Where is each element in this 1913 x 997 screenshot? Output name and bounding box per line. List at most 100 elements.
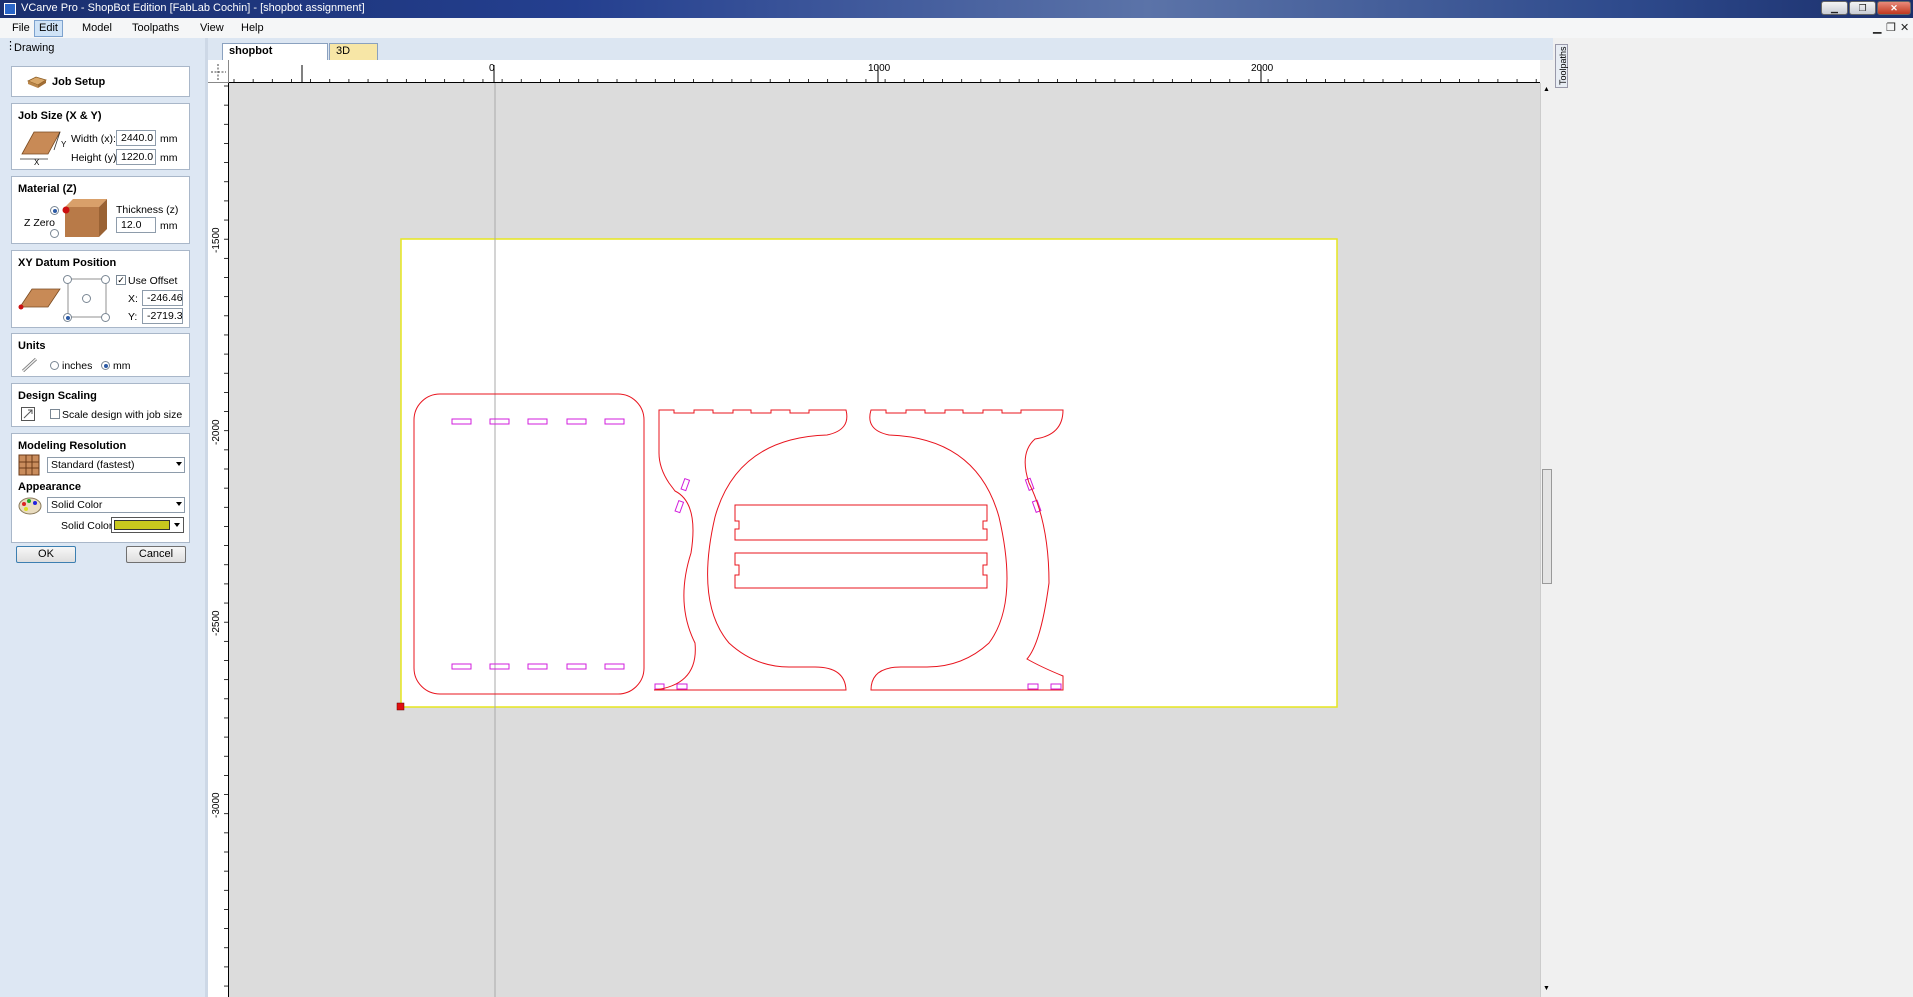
height-input[interactable]: 1220.0 bbox=[116, 149, 156, 165]
job-setup-icon bbox=[27, 76, 47, 88]
use-offset-label: Use Offset bbox=[128, 275, 178, 287]
palette-icon bbox=[18, 497, 42, 515]
window-title: VCarve Pro - ShopBot Edition [FabLab Coc… bbox=[21, 2, 365, 14]
design-scaling-title: Design Scaling bbox=[18, 390, 97, 402]
menu-file[interactable]: File bbox=[8, 21, 34, 36]
menu-help[interactable]: Help bbox=[237, 21, 268, 36]
zzero-top-radio[interactable] bbox=[50, 206, 59, 215]
appearance-select[interactable]: Solid Color bbox=[47, 497, 185, 513]
appearance-title: Appearance bbox=[18, 481, 81, 493]
width-label: Width (x): bbox=[71, 133, 116, 145]
width-unit: mm bbox=[160, 133, 178, 145]
material-group: Material (Z) Z Zero Thickness (z) 12.0 m… bbox=[11, 176, 190, 244]
job-size-group: Job Size (X & Y) X Y Width (x): 2440.0 m… bbox=[11, 103, 190, 170]
units-inches-radio[interactable] bbox=[50, 361, 59, 370]
units-mm-label: mm bbox=[113, 360, 131, 372]
xy-datum-title: XY Datum Position bbox=[18, 257, 117, 269]
vertical-scrollbar[interactable]: ▲ ▼ bbox=[1540, 83, 1553, 997]
zzero-bottom-radio[interactable] bbox=[50, 229, 59, 238]
offset-x-label: X: bbox=[128, 293, 138, 305]
ruler-label-neg3000: -3000 bbox=[211, 792, 222, 818]
axis-y-label: Y bbox=[61, 140, 67, 149]
ruler-label-neg1500: -1500 bbox=[211, 227, 222, 253]
ok-button[interactable]: OK bbox=[16, 546, 76, 563]
datum-bottom-left-radio[interactable] bbox=[63, 313, 72, 322]
drawing-canvas[interactable] bbox=[229, 83, 1540, 997]
job-size-title: Job Size (X & Y) bbox=[18, 110, 102, 122]
scale-design-checkbox[interactable] bbox=[50, 409, 60, 419]
units-title: Units bbox=[18, 340, 46, 352]
height-label: Height (y): bbox=[71, 152, 120, 164]
tab-3d-view[interactable]: 3D View bbox=[329, 43, 378, 72]
menu-model[interactable]: Model bbox=[78, 21, 116, 36]
width-input[interactable]: 2440.0 bbox=[116, 130, 156, 146]
job-setup-title: Job Setup bbox=[52, 76, 106, 88]
job-setup-header: Job Setup bbox=[11, 66, 190, 97]
job-size-icon bbox=[20, 131, 61, 160]
scale-design-label: Scale design with job size bbox=[62, 409, 183, 421]
material-block-icon bbox=[62, 199, 107, 237]
resolution-select[interactable]: Standard (fastest) bbox=[47, 457, 185, 473]
thickness-label: Thickness (z) bbox=[116, 204, 179, 216]
color-swatch bbox=[114, 520, 170, 530]
offset-y-label: Y: bbox=[128, 311, 138, 323]
use-offset-checkbox[interactable]: ✓ bbox=[116, 275, 126, 285]
vertical-ruler: -1500 -2000 -2500 -3000 bbox=[208, 83, 229, 997]
ruler-label-neg2000: -2000 bbox=[211, 419, 222, 445]
chevron-down-icon bbox=[176, 462, 182, 466]
menu-view[interactable]: View bbox=[196, 21, 228, 36]
menu-bar: File Edit Model Toolpaths View Help ▁ ❐ … bbox=[0, 18, 1913, 39]
scroll-up-icon[interactable]: ▲ bbox=[1543, 86, 1550, 93]
height-unit: mm bbox=[160, 152, 178, 164]
datum-top-left-radio[interactable] bbox=[63, 275, 72, 284]
toolpaths-tab[interactable]: Toolpaths bbox=[1555, 44, 1568, 88]
crosshair-icon bbox=[211, 64, 226, 80]
design-drawing bbox=[396, 83, 1338, 997]
datum-top-right-radio[interactable] bbox=[101, 275, 110, 284]
app-icon bbox=[4, 3, 16, 15]
panel-header: ⋮ Drawing ⊥ bbox=[0, 38, 239, 58]
mdi-close-button[interactable]: ✕ bbox=[1900, 21, 1909, 34]
datum-bottom-right-radio[interactable] bbox=[101, 313, 110, 322]
menu-edit[interactable]: Edit bbox=[34, 20, 63, 37]
zzero-label: Z Zero bbox=[24, 217, 55, 229]
scale-icon bbox=[21, 407, 35, 421]
minimize-button[interactable]: ▁ bbox=[1821, 1, 1848, 15]
ruler-corner-button[interactable] bbox=[208, 60, 229, 83]
mdi-restore-button[interactable]: ❐ bbox=[1886, 21, 1896, 34]
offset-y-input[interactable]: -2719.33 bbox=[142, 308, 183, 324]
vertical-ruler-ticks bbox=[224, 85, 229, 987]
offset-x-input[interactable]: -246.462 bbox=[142, 290, 183, 306]
modeling-group: Modeling Resolution Standard (fastest) A… bbox=[11, 433, 190, 543]
ruler-icon bbox=[21, 357, 38, 373]
maximize-button[interactable]: ❐ bbox=[1849, 1, 1876, 15]
thickness-input[interactable]: 12.0 bbox=[116, 217, 156, 233]
close-button[interactable]: ✕ bbox=[1877, 1, 1911, 15]
ruler-label-0: 0 bbox=[489, 63, 495, 74]
scroll-down-icon[interactable]: ▼ bbox=[1543, 985, 1550, 992]
units-mm-radio[interactable] bbox=[101, 361, 110, 370]
mdi-minimize-button[interactable]: ▁ bbox=[1873, 21, 1881, 34]
appearance-value: Solid Color bbox=[51, 499, 103, 511]
tab-shopbot-assignment[interactable]: shopbot assignment bbox=[222, 43, 328, 72]
ruler-label-1000: 1000 bbox=[868, 63, 891, 74]
axis-x-label: X bbox=[34, 158, 40, 167]
units-group: Units inches mm bbox=[11, 333, 190, 377]
resolution-value: Standard (fastest) bbox=[51, 459, 135, 471]
horizontal-ruler: 0 1000 2000 bbox=[229, 60, 1540, 83]
scrollbar-thumb[interactable] bbox=[1542, 469, 1552, 584]
datum-sheet-icon bbox=[18, 288, 61, 310]
title-bar: VCarve Pro - ShopBot Edition [FabLab Coc… bbox=[0, 0, 1913, 18]
material-sheet bbox=[400, 238, 1338, 708]
xy-datum-group: XY Datum Position ✓ Use Offset X: -246.4… bbox=[11, 250, 190, 328]
datum-center-radio[interactable] bbox=[82, 294, 91, 303]
ruler-label-2000: 2000 bbox=[1251, 63, 1274, 74]
menu-toolpaths[interactable]: Toolpaths bbox=[128, 21, 183, 36]
chevron-down-icon bbox=[174, 523, 180, 527]
units-inches-label: inches bbox=[62, 360, 93, 372]
drawing-panel: ⋮ Drawing ⊥ Job Setup Job Size (X & Y) X… bbox=[0, 38, 239, 997]
cancel-button[interactable]: Cancel bbox=[126, 546, 186, 563]
solid-color-picker[interactable] bbox=[111, 517, 184, 533]
design-scaling-group: Design Scaling Scale design with job siz… bbox=[11, 383, 190, 427]
material-title: Material (Z) bbox=[18, 183, 77, 195]
